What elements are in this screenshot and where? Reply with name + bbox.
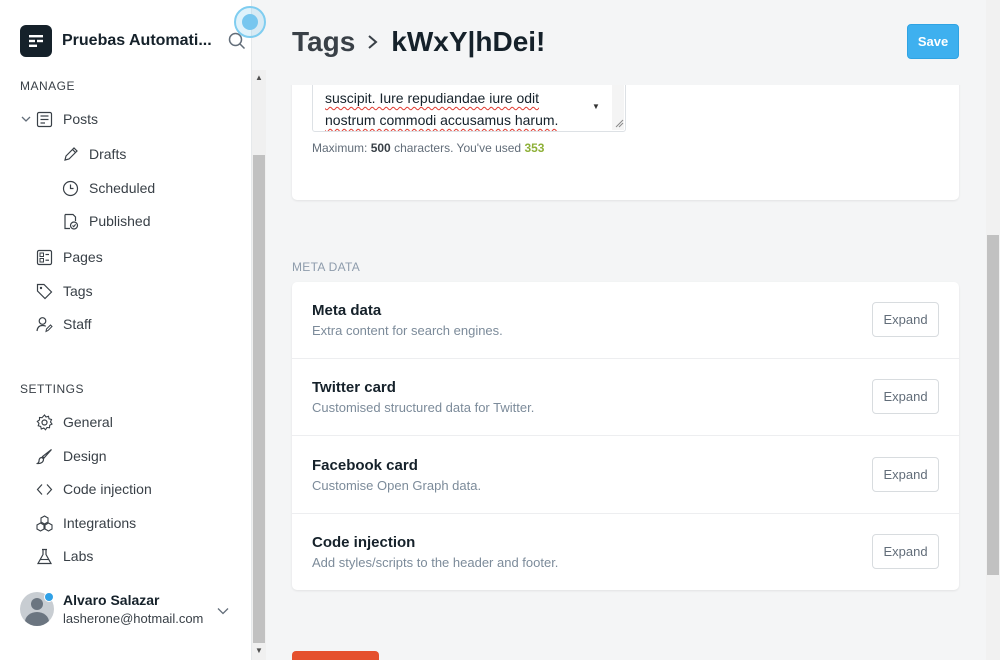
site-title: Pruebas Automati... [62,32,212,49]
code-icon [36,483,53,495]
sidebar-item-label: Staff [63,316,92,332]
textarea-line: nostrum commodi accusamus harum. [325,112,559,128]
focus-indicator [234,6,266,38]
settings-section-title: SETTINGS [20,382,85,396]
sidebar-item-staff[interactable]: Staff [36,313,92,335]
sidebar-item-label: Posts [63,111,99,127]
sidebar-item-posts[interactable]: Posts [36,108,98,130]
sidebar-item-label: Labs [63,548,94,564]
page-title: kWxY|hDei! [391,26,546,57]
max-characters: 500 [370,141,391,155]
meta-section-title: META DATA [292,260,361,274]
published-icon [64,213,79,230]
sidebar-item-pages[interactable]: Pages [36,246,103,268]
sidebar-item-label: Code injection [63,481,152,497]
meta-row-facebook-card: Facebook card Customise Open Graph data.… [292,437,959,514]
resize-grip-icon[interactable] [614,118,624,128]
scroll-up-arrow[interactable]: ▲ [253,72,265,84]
staff-icon [36,316,53,332]
meta-card: Meta data Extra content for search engin… [292,282,959,590]
delete-tag-button[interactable] [292,651,379,660]
character-counter: Maximum: 500 characters. You've used 353 [312,141,545,155]
scroll-down-arrow[interactable]: ▼ [253,645,265,657]
expand-button[interactable]: Expand [872,457,939,492]
clock-icon [62,180,79,196]
sidebar-item-label: Design [63,448,107,464]
page-header: Tags kWxY|hDei! Save [266,0,986,85]
sidebar-item-tags[interactable]: Tags [36,280,93,302]
row-title: Meta data [312,302,382,319]
textarea-scroll-down-icon[interactable]: ▼ [592,102,600,111]
sidebar-item-integrations[interactable]: Integrations [36,512,136,534]
sidebar-scrollbar-thumb[interactable] [253,155,265,643]
breadcrumb: Tags kWxY|hDei! [292,26,545,58]
row-description: Customised structured data for Twitter. [312,400,535,415]
manage-section-title: MANAGE [20,79,76,93]
chevron-down-icon[interactable] [20,113,32,125]
sidebar-item-label: Scheduled [89,180,156,196]
expand-button[interactable]: Expand [872,379,939,414]
sidebar-item-label: Integrations [63,515,137,531]
row-title: Twitter card [312,379,396,396]
tag-icon [36,283,53,299]
chevron-down-icon[interactable] [217,606,229,616]
sidebar-item-general[interactable]: General [36,411,113,433]
site-header[interactable]: Pruebas Automati... [20,25,212,57]
breadcrumb-tags-link[interactable]: Tags [292,26,355,58]
sidebar-item-label: General [63,414,113,430]
sidebar: Pruebas Automati... MANAGE Posts Drafts … [0,0,252,660]
pages-icon [36,249,53,265]
textarea-line: suscipit. Iure repudiandae iure odit [325,90,540,106]
flask-icon [36,548,53,564]
expand-button[interactable]: Expand [872,534,939,569]
pencil-icon [64,146,78,161]
row-description: Add styles/scripts to the header and foo… [312,555,559,570]
main-scrollbar-thumb[interactable] [987,235,999,575]
sidebar-item-label: Tags [63,283,93,299]
sidebar-item-code-injection[interactable]: Code injection [36,478,152,500]
meta-row-twitter-card: Twitter card Customised structured data … [292,359,959,436]
sidebar-item-drafts[interactable]: Drafts [62,143,126,165]
posts-icon [36,111,53,127]
site-logo [20,25,52,57]
sidebar-item-label: Drafts [89,146,127,162]
meta-row-code-injection: Code injection Add styles/scripts to the… [292,514,959,591]
row-title: Facebook card [312,457,418,474]
used-characters: 353 [524,141,545,155]
user-email: lasherone@hotmail.com [63,611,204,626]
chevron-right-icon [367,33,379,51]
expand-button[interactable]: Expand [872,302,939,337]
user-name: Alvaro Salazar [63,592,160,608]
meta-row-meta-data: Meta data Extra content for search engin… [292,282,959,359]
sidebar-item-design[interactable]: Design [36,445,107,467]
online-status-dot [44,592,54,602]
sidebar-item-label: Published [89,213,151,229]
row-title: Code injection [312,534,416,551]
integrations-icon [36,514,53,532]
sidebar-item-published[interactable]: Published [62,210,151,232]
sidebar-item-labs[interactable]: Labs [36,545,93,567]
description-textarea[interactable]: suscipit. Iure repudiandae iure odit nos… [312,82,626,132]
row-description: Customise Open Graph data. [312,478,482,493]
save-button[interactable]: Save [907,24,959,59]
sidebar-item-label: Pages [63,249,103,265]
sidebar-item-scheduled[interactable]: Scheduled [62,177,155,199]
brush-icon [36,448,52,464]
row-description: Extra content for search engines. [312,323,503,338]
gear-icon [36,413,53,431]
